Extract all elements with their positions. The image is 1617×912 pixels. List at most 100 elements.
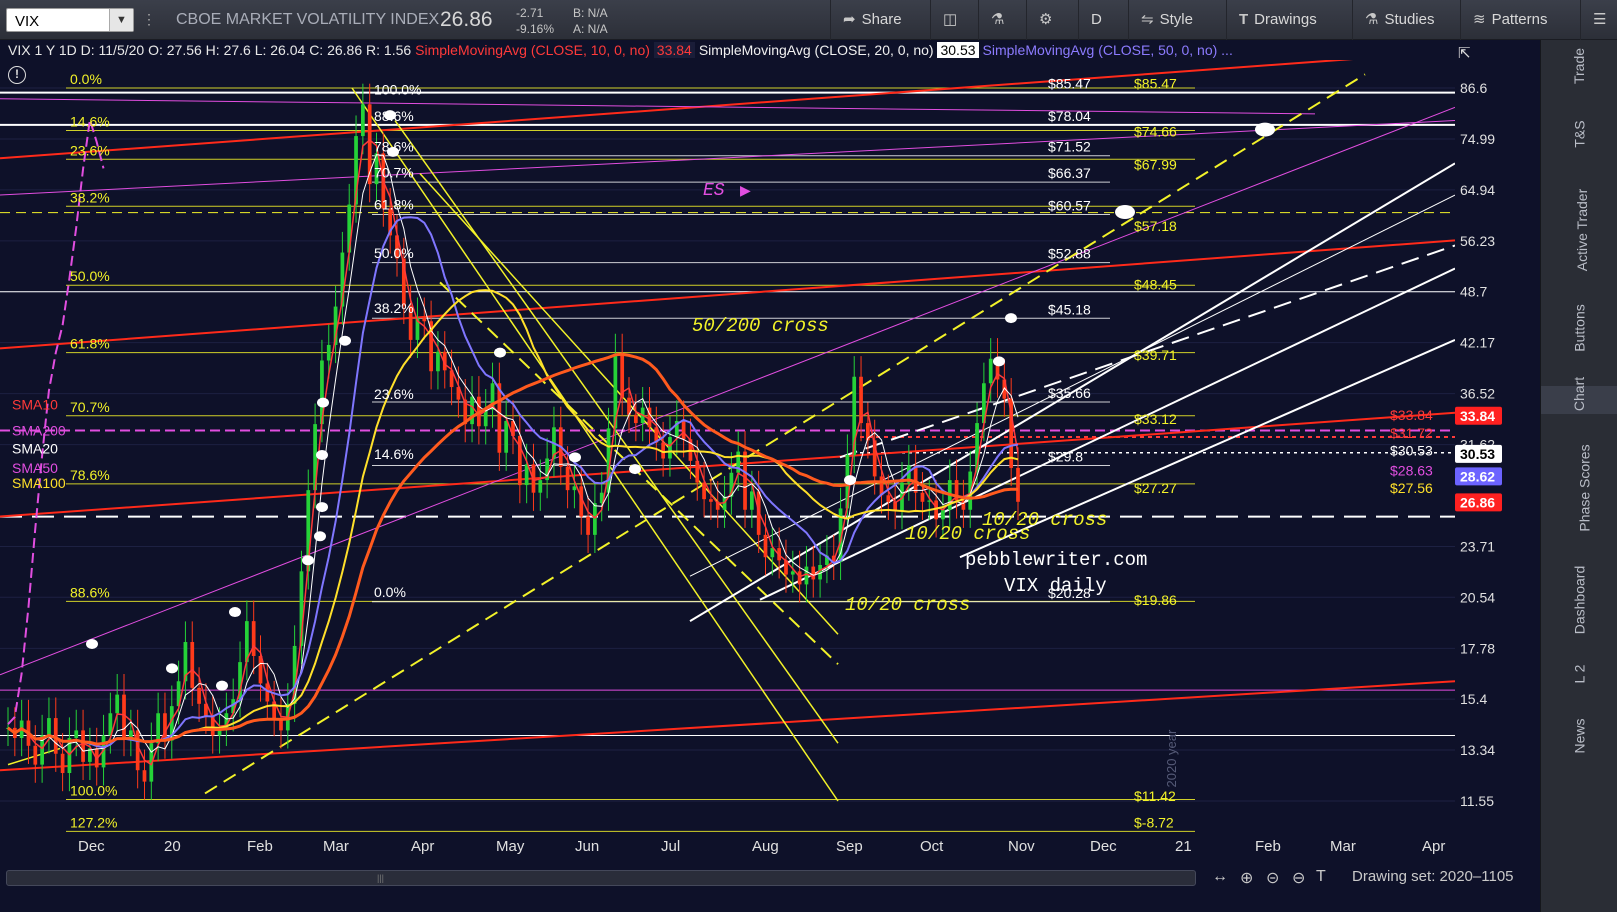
fib-label: 14.6% (70, 114, 110, 130)
price-tick: 20.54 (1460, 589, 1495, 605)
candle-body (934, 500, 938, 520)
marker-dot (166, 663, 178, 674)
settings-button[interactable]: ⚙ (1026, 0, 1078, 40)
play-icon: ▶ (740, 182, 751, 198)
candle-body (763, 534, 768, 558)
study-info-line: VIX 1 Y 1D D: 11/5/20 O: 27.56 H: 27.6 L… (0, 40, 1493, 60)
marker-dot (316, 450, 328, 461)
zoom-reset-icon[interactable]: ⊝ (1266, 868, 1279, 888)
time-tick: 20 (164, 838, 181, 855)
price-tick: 48.7 (1460, 284, 1487, 300)
fib-label: 23.6% (374, 386, 414, 402)
sma50-label: SimpleMovingAvg (CLOSE, 50, 0, no) (982, 42, 1218, 58)
bid-value: B: N/A (573, 6, 608, 20)
price-tick: 64.94 (1460, 182, 1495, 198)
studies-flask-button[interactable]: ⚗ (978, 0, 1026, 40)
expand-icon[interactable]: ↔ (1212, 868, 1228, 886)
zoom-out-icon[interactable]: ⊖ (1292, 868, 1305, 888)
price-label: $35.66 (1048, 385, 1091, 401)
sma50-value: ... (1221, 42, 1233, 58)
fib-label: 78.6% (374, 139, 414, 155)
candle-body (470, 396, 474, 425)
tab-chart[interactable]: Chart (1541, 377, 1617, 414)
candle-body (115, 694, 120, 714)
watermark-label: pebblewriter.com (965, 549, 1147, 571)
year-watermark: 2020 year (1164, 729, 1179, 787)
text-tool-icon[interactable]: T (1316, 868, 1326, 886)
price-change: -2.71 -9.16% (516, 5, 554, 37)
menu-button[interactable]: ☰ (1580, 0, 1617, 40)
price-label: $29.8 (1048, 449, 1083, 465)
style-button[interactable]: ⇋ Style (1128, 0, 1226, 40)
price-chart[interactable]: 0.0% 14.6% 23.6% 38.2% 50.0% 61.8% 70.7% 78.6% 8… (0, 40, 1540, 862)
drawings-label: Drawings (1254, 11, 1317, 28)
fib-label: 0.0% (374, 584, 406, 600)
symbol-input[interactable]: VIX ▼ (6, 8, 134, 32)
tab-buttons[interactable]: Buttons (1541, 304, 1617, 351)
scroll-thumb[interactable]: ||| (377, 873, 389, 883)
sma-value-label: $33.84 (1390, 407, 1433, 423)
candle-body (668, 437, 672, 459)
sma-name-label: SMA50 (12, 460, 58, 476)
candle-body (74, 730, 79, 739)
link-icon[interactable]: ⋮ (142, 11, 156, 28)
price-label: $-8.72 (1134, 814, 1174, 830)
candle-body (586, 516, 590, 535)
share-icon: ➦ (843, 11, 856, 28)
patterns-button[interactable]: ≋ Patterns (1460, 0, 1580, 40)
tab-news[interactable]: News (1541, 718, 1617, 753)
price-tick: 42.17 (1460, 335, 1495, 351)
patterns-icon: ≋ (1473, 11, 1486, 28)
share-button[interactable]: ➦ Share (830, 0, 930, 40)
price-label: $48.45 (1134, 277, 1177, 293)
tab-phase-scores[interactable]: Phase Scores (1541, 444, 1617, 531)
pct-change: -9.16% (516, 22, 555, 36)
drawing-set-label: Drawing set: 2020–1105 (1352, 868, 1514, 885)
time-tick: Apr (411, 838, 434, 855)
last-price: 26.86 (440, 8, 493, 31)
price-label: $74.66 (1134, 124, 1177, 140)
tab-level2[interactable]: L 2 (1541, 665, 1617, 686)
time-tick: Oct (920, 838, 944, 855)
candle-body (743, 451, 747, 510)
candle-body (135, 730, 140, 771)
price-label: $11.42 (1134, 788, 1176, 804)
chart-layout-button[interactable]: ◫ (930, 0, 978, 40)
tab-active-trader[interactable]: Active Trader (1541, 189, 1617, 271)
period-label: D (1091, 11, 1102, 28)
studies-button[interactable]: ⚗ Studies (1352, 0, 1460, 40)
info-icon[interactable]: ! (8, 66, 26, 84)
price-label: $60.57 (1048, 198, 1091, 214)
zoom-in-icon[interactable]: ⊕ (1240, 868, 1253, 888)
annotation-label: 10/20 cross (845, 594, 970, 616)
fib-label: 61.8% (374, 197, 414, 213)
time-tick: Sep (836, 838, 863, 855)
price-label: $33.12 (1134, 411, 1177, 427)
marker-dot (494, 347, 506, 358)
candle-body (47, 718, 51, 736)
candle-body (681, 420, 686, 440)
marker-dot (1255, 122, 1275, 137)
candle-body (142, 770, 147, 782)
chevron-down-icon[interactable]: ▼ (109, 9, 133, 31)
time-tick: Feb (247, 838, 273, 855)
price-label: $66.37 (1048, 165, 1091, 181)
time-tick: Jun (575, 838, 599, 855)
fib-label: 61.8% (70, 336, 110, 352)
price-label: $71.52 (1048, 139, 1091, 155)
tab-trade[interactable]: Trade (1541, 48, 1617, 98)
candle-body (886, 495, 891, 502)
fib-label: 70.7% (374, 165, 414, 181)
period-button[interactable]: D (1078, 0, 1128, 40)
candle-body (81, 730, 85, 762)
time-scrollbar[interactable]: ||| (6, 870, 1196, 886)
chart-canvas[interactable]: 0.0% 14.6% 23.6% 38.2% 50.0% 61.8% 70.7% 78.6% 8… (0, 40, 1540, 862)
sma50-readout: SimpleMovingAvg (CLOSE, 50, 0, no) ... (981, 40, 1235, 60)
marker-dot (216, 680, 228, 691)
collapse-icon[interactable]: ⇱ (1458, 44, 1484, 62)
tab-time-and-sales[interactable]: T&S (1541, 120, 1617, 156)
tab-dashboard[interactable]: Dashboard (1541, 566, 1617, 635)
drawings-button[interactable]: T Drawings (1226, 0, 1352, 40)
candle-body (33, 745, 38, 765)
sma10-readout: SimpleMovingAvg (CLOSE, 10, 0, no) 33.84 (413, 40, 697, 60)
